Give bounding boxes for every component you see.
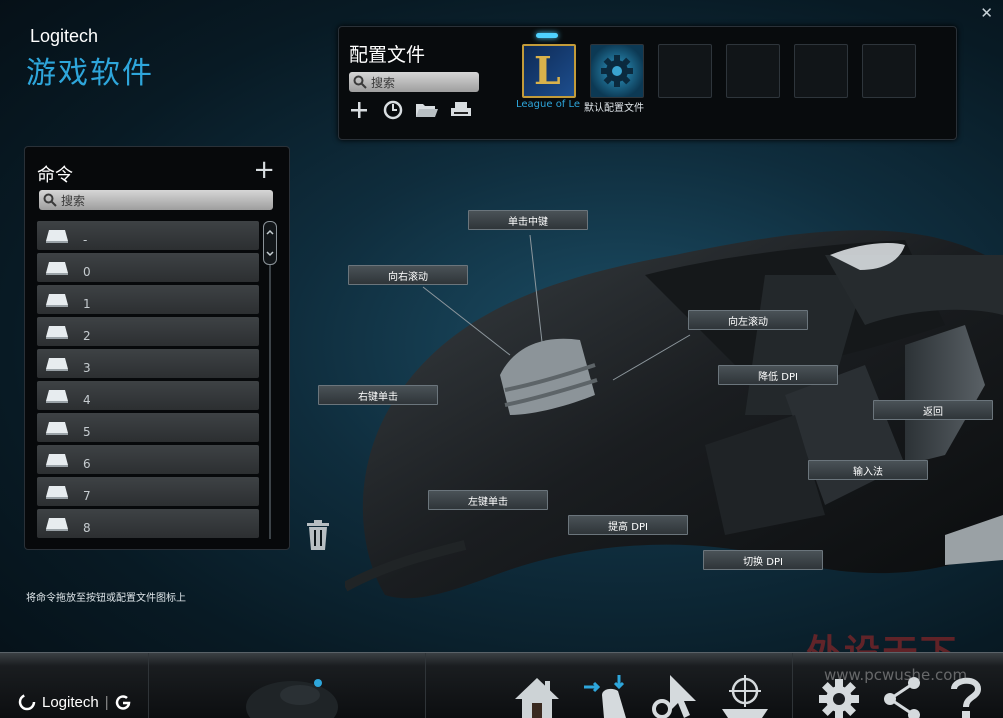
bottom-navigation-bar: Logitech | bbox=[0, 652, 1003, 718]
profile-panel: 配置文件 搜索 L League of Le 默认配置文件 bbox=[338, 26, 957, 140]
search-icon bbox=[353, 75, 367, 89]
command-list: - 0 1 2 3 4 5 6 7 8 bbox=[37, 221, 259, 539]
command-list-item[interactable]: 7 bbox=[37, 477, 259, 506]
drag-hint-text: 将命令拖放至按钮或配置文件图标上 bbox=[26, 593, 186, 604]
command-label: 0 bbox=[83, 264, 91, 279]
commands-title: 命令 bbox=[37, 165, 73, 186]
profile-panel-title: 配置文件 bbox=[349, 44, 426, 66]
bottom-brand: Logitech | bbox=[18, 693, 131, 711]
callout-dpi-up[interactable]: 提高 DPI bbox=[568, 515, 688, 535]
trash-icon[interactable] bbox=[306, 520, 330, 550]
profile-slot-default[interactable] bbox=[590, 44, 644, 98]
key-icon bbox=[46, 357, 68, 371]
open-profile-button[interactable] bbox=[415, 99, 439, 121]
profile-slot-label: League of Le bbox=[516, 99, 581, 110]
callout-dpi-cycle[interactable]: 切换 DPI bbox=[703, 550, 823, 570]
chevron-down-icon bbox=[266, 251, 274, 257]
command-list-scrollbar[interactable] bbox=[263, 221, 277, 539]
add-command-button[interactable]: + bbox=[253, 157, 275, 183]
brand-divider: | bbox=[104, 693, 109, 711]
active-profile-indicator bbox=[536, 33, 558, 38]
folder-icon bbox=[416, 104, 438, 117]
key-icon bbox=[46, 293, 68, 307]
chevron-up-icon bbox=[266, 229, 274, 235]
command-search-placeholder: 搜索 bbox=[61, 193, 86, 208]
customize-buttons-icon[interactable] bbox=[582, 675, 632, 718]
history-icon bbox=[383, 100, 403, 120]
scroll-track bbox=[269, 265, 271, 539]
command-label: 2 bbox=[83, 328, 91, 343]
print-profile-button[interactable] bbox=[449, 99, 473, 121]
command-list-item[interactable]: 3 bbox=[37, 349, 259, 378]
command-label: 3 bbox=[83, 360, 91, 375]
callout-left-click[interactable]: 左键单击 bbox=[428, 490, 548, 510]
scroll-thumb[interactable] bbox=[263, 221, 277, 265]
key-icon bbox=[46, 453, 68, 467]
logitech-logo-text: Logitech bbox=[30, 26, 99, 46]
callout-back[interactable]: 返回 bbox=[873, 400, 993, 420]
league-of-legends-icon: L bbox=[534, 48, 561, 93]
command-label: 1 bbox=[83, 296, 91, 311]
gear-icon bbox=[601, 55, 633, 87]
profile-slot-empty[interactable] bbox=[862, 44, 916, 98]
divider bbox=[148, 653, 149, 718]
device-thumbnail-icon[interactable] bbox=[240, 673, 340, 718]
command-label: - bbox=[83, 232, 88, 247]
pointer-settings-icon[interactable] bbox=[652, 675, 702, 718]
logitech-g-icon bbox=[115, 695, 130, 710]
key-icon bbox=[46, 517, 68, 531]
command-list-item[interactable]: 2 bbox=[37, 317, 259, 346]
command-label: 4 bbox=[83, 392, 91, 407]
callout-middle-click[interactable]: 单击中键 bbox=[468, 210, 588, 230]
bottom-brand-label: Logitech bbox=[42, 693, 99, 711]
divider bbox=[425, 653, 426, 718]
logitech-logo-icon bbox=[18, 693, 36, 711]
command-list-item[interactable]: 6 bbox=[37, 445, 259, 474]
command-label: 6 bbox=[83, 456, 91, 471]
profile-slot-empty[interactable] bbox=[658, 44, 712, 98]
profile-slot-empty[interactable] bbox=[794, 44, 848, 98]
callout-scroll-left[interactable]: 向左滚动 bbox=[688, 310, 808, 330]
key-icon bbox=[46, 325, 68, 339]
command-search-input[interactable]: 搜索 bbox=[39, 190, 273, 210]
add-icon bbox=[351, 102, 367, 118]
profile-history-button[interactable] bbox=[381, 99, 405, 121]
profile-slot-league-of-legends[interactable]: L bbox=[522, 44, 576, 98]
key-icon bbox=[46, 485, 68, 499]
commands-panel: 命令 + 搜索 - 0 1 2 3 4 5 6 7 8 bbox=[24, 146, 290, 550]
callout-scroll-right[interactable]: 向右滚动 bbox=[348, 265, 468, 285]
callout-dpi-down[interactable]: 降低 DPI bbox=[718, 365, 838, 385]
callout-ime[interactable]: 输入法 bbox=[808, 460, 928, 480]
profile-search-input[interactable]: 搜索 bbox=[349, 72, 479, 92]
search-icon bbox=[43, 193, 57, 207]
close-button[interactable]: ✕ bbox=[980, 4, 993, 22]
command-list-item[interactable]: 5 bbox=[37, 413, 259, 442]
command-list-item[interactable]: - bbox=[37, 221, 259, 250]
printer-icon bbox=[451, 102, 471, 116]
key-icon bbox=[46, 421, 68, 435]
command-list-item[interactable]: 8 bbox=[37, 509, 259, 538]
surface-tuning-icon[interactable] bbox=[720, 675, 770, 718]
watermark-url: www.pcwushe.com bbox=[824, 666, 968, 684]
divider bbox=[792, 653, 793, 718]
command-label: 7 bbox=[83, 488, 91, 503]
profile-slot-empty[interactable] bbox=[726, 44, 780, 98]
profile-search-placeholder: 搜索 bbox=[371, 75, 396, 90]
profile-toolbar bbox=[347, 99, 473, 121]
command-list-item[interactable]: 0 bbox=[37, 253, 259, 282]
command-list-item[interactable]: 1 bbox=[37, 285, 259, 314]
home-icon[interactable] bbox=[512, 675, 562, 718]
app-title: 游戏软件 bbox=[26, 56, 154, 91]
profile-slot-label: 默认配置文件 bbox=[584, 103, 644, 114]
command-label: 5 bbox=[83, 424, 91, 439]
command-label: 8 bbox=[83, 520, 91, 535]
add-profile-button[interactable] bbox=[347, 99, 371, 121]
key-icon bbox=[46, 229, 68, 243]
command-list-item[interactable]: 4 bbox=[37, 381, 259, 410]
key-icon bbox=[46, 261, 68, 275]
key-icon bbox=[46, 389, 68, 403]
callout-right-click[interactable]: 右键单击 bbox=[318, 385, 438, 405]
